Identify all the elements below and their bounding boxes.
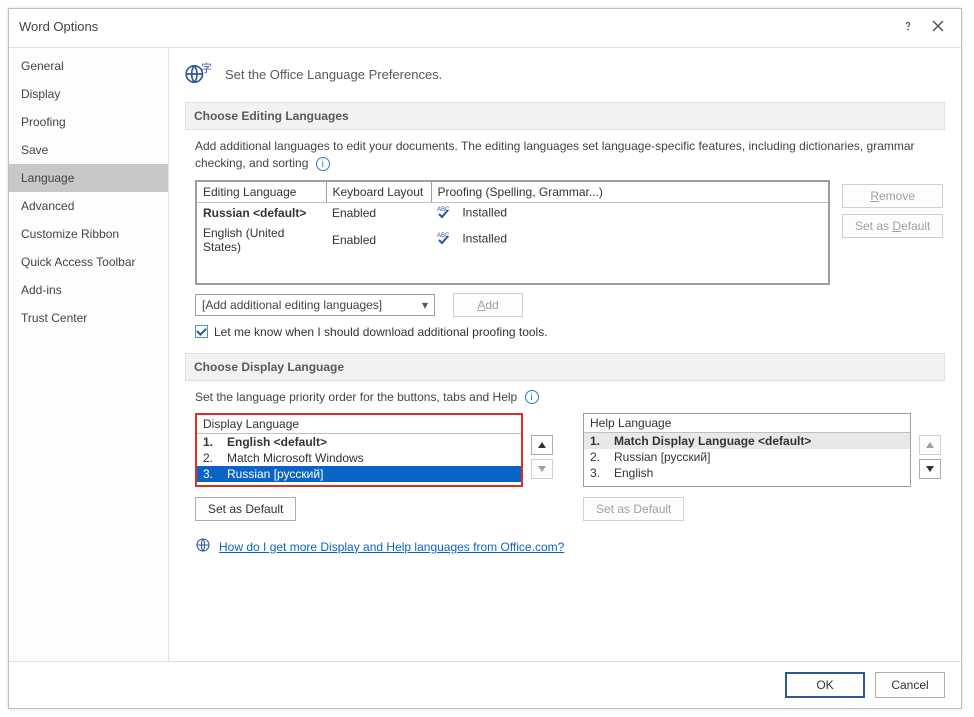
help-set-default-button[interactable]: Set as Default <box>583 497 684 521</box>
sidebar-item-general[interactable]: General <box>9 52 168 80</box>
page-header: 字 Set the Office Language Preferences. <box>185 60 945 88</box>
language-icon: 字 <box>185 60 213 88</box>
display-language-head: Display Language <box>197 415 521 434</box>
display-section-title: Choose Display Language <box>185 353 945 381</box>
table-row[interactable]: Russian <default> Enabled ABC Installed <box>196 202 829 224</box>
help-language-head: Help Language <box>584 414 910 433</box>
move-down-button[interactable] <box>919 459 941 479</box>
content-pane: 字 Set the Office Language Preferences. C… <box>169 48 961 661</box>
display-description: Set the language priority order for the … <box>195 389 945 406</box>
remove-button[interactable]: Remove <box>842 184 943 208</box>
list-item[interactable]: 1.English <default> <box>197 434 521 450</box>
svg-text:ABC: ABC <box>437 233 450 239</box>
set-as-default-button[interactable]: Set as Default <box>842 214 943 238</box>
sidebar-item-save[interactable]: Save <box>9 136 168 164</box>
move-up-button[interactable] <box>919 435 941 455</box>
list-item[interactable]: 2.Russian [русский] <box>584 449 910 465</box>
list-item[interactable]: 2.Match Microsoft Windows <box>197 450 521 466</box>
svg-text:ABC: ABC <box>437 207 450 213</box>
proofing-tools-checkbox-label: Let me know when I should download addit… <box>214 325 548 339</box>
display-set-default-button[interactable]: Set as Default <box>195 497 296 521</box>
col-proofing[interactable]: Proofing (Spelling, Grammar...) <box>431 181 829 203</box>
help-language-column: Help Language 1.Match Display Language <… <box>583 413 941 487</box>
display-language-column: Display Language 1.English <default> 2.M… <box>195 413 553 487</box>
info-icon[interactable]: i <box>316 157 330 171</box>
close-button[interactable] <box>923 15 953 37</box>
sidebar-item-qat[interactable]: Quick Access Toolbar <box>9 248 168 276</box>
sidebar-item-addins[interactable]: Add-ins <box>9 276 168 304</box>
move-up-button[interactable] <box>531 435 553 455</box>
col-editing-language[interactable]: Editing Language <box>196 181 326 203</box>
sidebar-item-language[interactable]: Language <box>9 164 168 192</box>
sidebar-item-display[interactable]: Display <box>9 80 168 108</box>
more-languages-link[interactable]: How do I get more Display and Help langu… <box>219 540 564 554</box>
editing-section-title: Choose Editing Languages <box>185 102 945 130</box>
editing-languages-table[interactable]: Editing Language Keyboard Layout Proofin… <box>195 180 830 285</box>
dialog-title: Word Options <box>19 19 893 34</box>
proof-check-icon: ABC <box>437 231 453 248</box>
titlebar: Word Options <box>9 9 961 47</box>
help-button[interactable] <box>893 15 923 37</box>
word-options-dialog: Word Options General Display Proofing Sa… <box>8 8 962 709</box>
col-keyboard-layout[interactable]: Keyboard Layout <box>326 181 431 203</box>
list-item[interactable]: 3.Russian [русский] <box>197 466 521 482</box>
sidebar: General Display Proofing Save Language A… <box>9 48 169 661</box>
move-down-button[interactable] <box>531 459 553 479</box>
svg-text:字: 字 <box>201 62 212 75</box>
page-header-text: Set the Office Language Preferences. <box>225 67 442 82</box>
table-row[interactable]: English (United States) Enabled ABC Inst… <box>196 224 829 256</box>
list-item[interactable]: 1.Match Display Language <default> <box>584 433 910 449</box>
help-language-listbox[interactable]: Help Language 1.Match Display Language <… <box>583 413 911 487</box>
sidebar-item-customize-ribbon[interactable]: Customize Ribbon <box>9 220 168 248</box>
editing-description: Add additional languages to edit your do… <box>195 138 945 172</box>
proof-check-icon: ABC <box>437 205 453 222</box>
globe-icon <box>195 537 211 556</box>
add-language-select[interactable]: [Add additional editing languages] ▾ <box>195 294 435 316</box>
add-button[interactable]: Add <box>453 293 523 317</box>
dialog-footer: OK Cancel <box>9 661 961 708</box>
ok-button[interactable]: OK <box>785 672 865 698</box>
chevron-down-icon: ▾ <box>422 298 428 312</box>
sidebar-item-trust-center[interactable]: Trust Center <box>9 304 168 332</box>
cancel-button[interactable]: Cancel <box>875 672 945 698</box>
sidebar-item-advanced[interactable]: Advanced <box>9 192 168 220</box>
sidebar-item-proofing[interactable]: Proofing <box>9 108 168 136</box>
display-language-listbox[interactable]: Display Language 1.English <default> 2.M… <box>195 413 523 487</box>
dialog-body: General Display Proofing Save Language A… <box>9 47 961 661</box>
list-item[interactable]: 3.English <box>584 465 910 481</box>
info-icon[interactable]: i <box>525 390 539 404</box>
proofing-tools-checkbox[interactable] <box>195 325 208 338</box>
